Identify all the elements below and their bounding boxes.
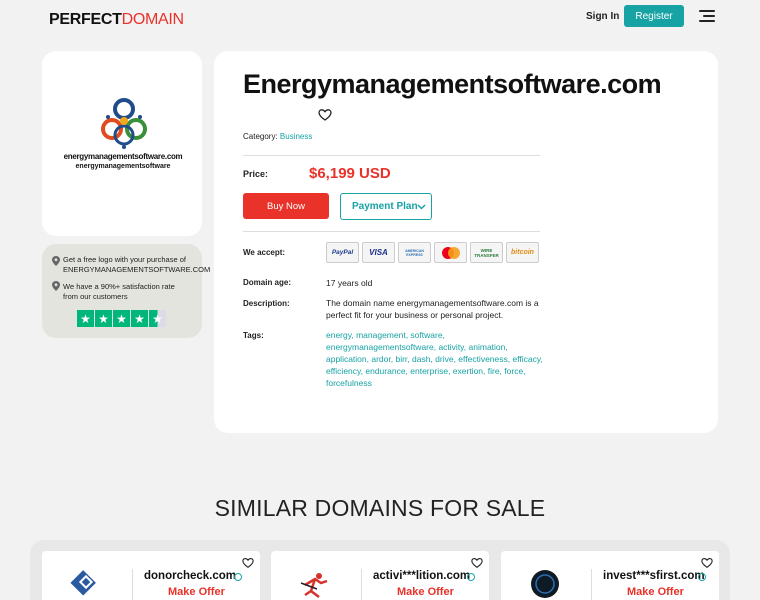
wire-transfer-icon: WIRE TRANSFER — [470, 242, 503, 263]
sign-in-link[interactable]: Sign In — [586, 11, 619, 22]
star-icon: ★ — [113, 310, 130, 327]
description-value: The domain name energymanagementsoftware… — [326, 298, 539, 320]
verified-icon — [467, 573, 475, 581]
similar-domain-name: invest***sfirst.com — [603, 570, 705, 582]
domain-age-label: Domain age: — [243, 278, 292, 287]
paypal-icon: PayPal — [326, 242, 359, 263]
donorcheck-logo-icon — [70, 570, 96, 596]
logo-name-text: energymanagementsoftware — [75, 163, 171, 170]
category-line: Category: Business — [243, 132, 312, 141]
activi-lition-logo-icon — [300, 573, 328, 598]
divider — [243, 155, 540, 156]
favorite-heart-icon[interactable] — [471, 557, 483, 569]
star-icon: ★ — [131, 310, 148, 327]
mastercard-icon — [434, 242, 467, 263]
similar-domains-heading: SIMILAR DOMAINS FOR SALE — [214, 495, 546, 521]
domain-title: Energymanagementsoftware.com — [243, 69, 662, 99]
make-offer-link[interactable]: Make Offer — [397, 586, 454, 598]
make-offer-link[interactable]: Make Offer — [168, 586, 225, 598]
card-divider — [132, 569, 133, 600]
payment-plan-label: Payment Plan — [352, 201, 418, 212]
domain-logo-icon — [101, 98, 147, 149]
trustpilot-rating: ★ ★ ★ ★ ★ — [77, 310, 166, 327]
info-bullet-icon — [52, 256, 60, 266]
similar-domain-card[interactable]: activi***lition.com Make Offer — [271, 551, 489, 600]
half-star-icon: ★ — [149, 310, 166, 327]
description-label: Description: — [243, 299, 290, 308]
logo-domain-text: energymanagementsoftware.com — [63, 152, 183, 161]
invest-sfirst-logo-icon — [531, 570, 559, 598]
buy-now-button[interactable]: Buy Now — [243, 193, 329, 219]
make-offer-link[interactable]: Make Offer — [627, 586, 684, 598]
hamburger-icon[interactable] — [699, 10, 715, 22]
we-accept-label: We accept: — [243, 248, 286, 257]
chevron-down-icon — [417, 204, 426, 210]
visa-icon: VISA — [362, 242, 395, 263]
domain-details-card: Energymanagementsoftware.com Category: B… — [214, 51, 718, 433]
promo-card: Get a free logo with your purchase of EN… — [42, 244, 211, 338]
domain-age-value: 17 years old — [326, 278, 373, 288]
payment-plan-button[interactable]: Payment Plan — [340, 193, 432, 220]
logo-text-domain: DOMAIN — [121, 11, 185, 28]
price-label: Price: — [243, 169, 269, 179]
similar-domain-name: activi***lition.com — [373, 570, 471, 582]
logo-text-perfect: PERFECT — [49, 11, 122, 28]
verified-icon — [234, 573, 242, 581]
tags-list[interactable]: energy, management, software, energymana… — [326, 329, 544, 389]
favorite-heart-icon[interactable] — [318, 108, 332, 122]
mastercard-circles-icon — [441, 246, 460, 259]
price-value: $6,199 USD — [309, 165, 391, 182]
info-bullet-icon — [52, 281, 60, 291]
divider — [243, 231, 540, 232]
domain-logo-card: energymanagementsoftware.com energymanag… — [42, 51, 202, 236]
star-icon: ★ — [95, 310, 112, 327]
card-divider — [591, 569, 592, 600]
verified-icon — [698, 573, 706, 581]
star-icon: ★ — [77, 310, 94, 327]
amex-icon: AMERICAN EXPRESS — [398, 242, 431, 263]
bitcoin-icon: bitcoin — [506, 242, 539, 263]
favorite-heart-icon[interactable] — [242, 557, 254, 569]
similar-domain-card[interactable]: donorcheck.com Make Offer — [42, 551, 260, 600]
register-button[interactable]: Register — [624, 5, 684, 27]
category-label: Category: — [243, 132, 278, 141]
tags-label: Tags: — [243, 331, 264, 340]
category-link[interactable]: Business — [280, 132, 312, 141]
payment-methods: PayPal VISA AMERICAN EXPRESS WIRE TRANSF… — [326, 242, 539, 263]
card-divider — [361, 569, 362, 600]
favorite-heart-icon[interactable] — [701, 557, 713, 569]
site-logo[interactable]: PERFECTDOMAIN — [49, 11, 184, 29]
similar-domain-card[interactable]: invest***sfirst.com Make Offer — [501, 551, 719, 600]
site-header: PERFECTDOMAIN Sign In Register — [0, 0, 760, 40]
similar-domain-name: donorcheck.com — [144, 570, 237, 582]
free-logo-text: Get a free logo with your purchase of EN… — [63, 255, 211, 274]
satisfaction-text: We have a 90%+ satisfaction rate from ou… — [63, 282, 175, 301]
